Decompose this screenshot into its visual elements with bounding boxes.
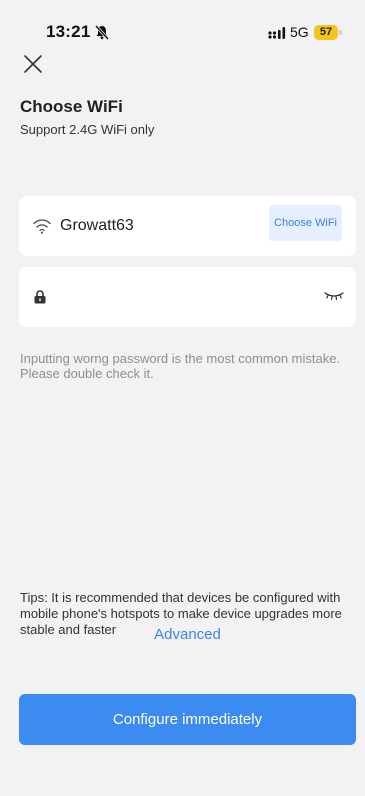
lock-icon — [34, 290, 46, 304]
eye-closed-icon[interactable] — [324, 291, 344, 301]
password-card — [19, 267, 356, 327]
close-icon[interactable] — [22, 53, 44, 75]
wifi-icon — [33, 219, 51, 234]
bell-muted-icon — [94, 24, 110, 40]
page-title: Choose WiFi — [20, 97, 123, 116]
network-type: 5G — [290, 24, 309, 40]
wifi-card: Growatt63 Choose WiFi — [19, 196, 356, 256]
choose-wifi-button[interactable]: Choose WiFi — [269, 205, 342, 241]
password-hint: Inputting worng password is the most com… — [20, 351, 341, 381]
status-bar: 13:21 5G 57 — [0, 0, 365, 44]
battery-icon: 57 — [314, 25, 338, 40]
configure-immediately-button[interactable]: Configure immediately — [19, 694, 356, 745]
battery-tip — [339, 30, 342, 35]
advanced-link[interactable]: Advanced — [0, 626, 365, 643]
wifi-ssid: Growatt63 — [60, 217, 134, 234]
signal-icon — [268, 27, 286, 39]
status-time: 13:21 — [46, 22, 91, 41]
page-subtitle: Support 2.4G WiFi only — [20, 122, 155, 137]
password-input[interactable] — [59, 282, 303, 314]
